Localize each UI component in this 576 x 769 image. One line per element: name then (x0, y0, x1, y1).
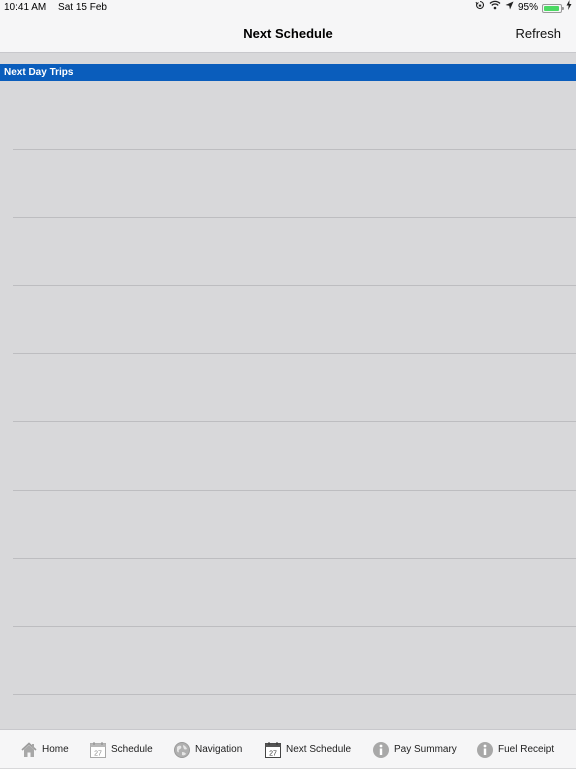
tab-pay-summary-label: Pay Summary (394, 744, 457, 755)
globe-icon (173, 741, 191, 759)
status-left: 10:41 AM Sat 15 Feb (4, 0, 107, 16)
tab-navigation[interactable]: Navigation (173, 730, 242, 769)
list-separator (13, 217, 576, 218)
list-separator (13, 149, 576, 150)
status-time: 10:41 AM (4, 2, 47, 13)
tab-navigation-label: Navigation (195, 744, 243, 755)
location-icon (505, 0, 514, 16)
tab-next-schedule[interactable]: 27 Next Schedule (264, 730, 351, 769)
status-bar: 10:41 AM Sat 15 Feb 95% (0, 0, 576, 16)
info-icon (372, 741, 390, 759)
calendar-icon: 27 (89, 741, 107, 759)
status-date: Sat 15 Feb (58, 2, 107, 13)
charging-icon (566, 0, 572, 16)
battery-level (544, 5, 560, 11)
list-separator (13, 421, 576, 422)
calendar-icon: 27 (264, 741, 282, 759)
list-separator (13, 353, 576, 354)
list-separator (13, 694, 576, 695)
list-separator (13, 285, 576, 286)
list-separator (13, 490, 576, 491)
tab-fuel-receipt-label: Fuel Receipt (498, 744, 555, 755)
tab-home-label: Home (42, 744, 69, 755)
info-icon (476, 741, 494, 759)
wifi-icon (489, 0, 501, 16)
list-separator (13, 626, 576, 627)
battery-icon (542, 3, 564, 13)
list-separator (13, 558, 576, 559)
tab-schedule[interactable]: 27 Schedule (89, 730, 153, 769)
calendar-day: 27 (94, 750, 102, 757)
tab-fuel-receipt[interactable]: Fuel Receipt (476, 730, 554, 769)
trips-list[interactable] (0, 81, 576, 729)
tab-schedule-label: Schedule (111, 744, 153, 755)
calendar-day: 27 (269, 750, 277, 757)
tab-pay-summary[interactable]: Pay Summary (372, 730, 457, 769)
refresh-button[interactable]: Refresh (515, 26, 561, 41)
tab-home[interactable]: Home (20, 730, 69, 769)
page-title: Next Schedule (243, 26, 333, 41)
section-header-next-day-trips: Next Day Trips (0, 64, 576, 81)
orientation-lock-icon (475, 0, 485, 16)
battery-percent: 95% (517, 2, 538, 13)
home-icon (20, 741, 38, 759)
status-right: 95% (475, 0, 572, 16)
tab-bar: Home 27 Schedule Navigation 27 Next Sche… (0, 729, 576, 768)
navigation-bar: Next Schedule Refresh (0, 16, 576, 53)
tab-next-schedule-label: Next Schedule (286, 744, 352, 755)
